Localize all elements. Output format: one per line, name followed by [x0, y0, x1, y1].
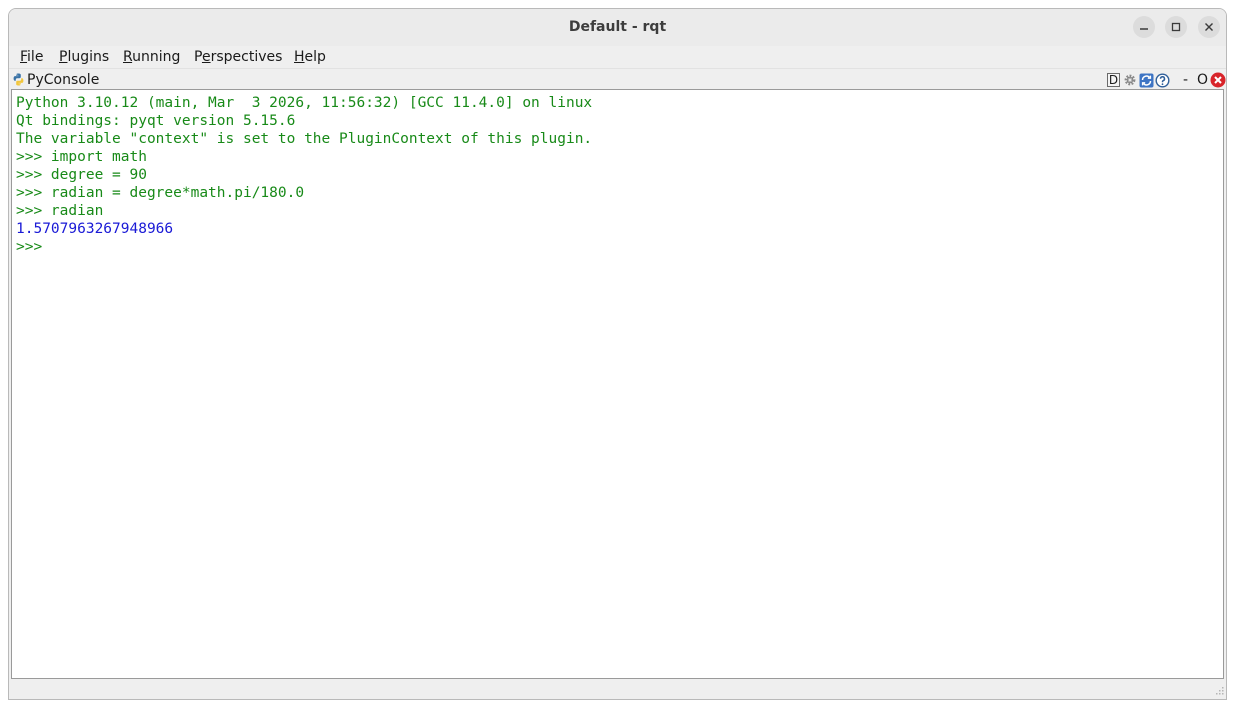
console-line: Python 3.10.12 (main, Mar 3 2026, 11:56:…	[16, 95, 593, 111]
minimize-button[interactable]	[1133, 16, 1155, 38]
rqt-window: Default - rqt File Plugins Running Persp…	[8, 8, 1227, 700]
menu-running[interactable]: Running	[123, 48, 180, 66]
console-line: >>> radian = degree*math.pi/180.0	[16, 185, 305, 201]
console-line: >>>	[16, 239, 51, 255]
dock-button[interactable]: D	[1107, 73, 1120, 87]
title-bar[interactable]: Default - rqt	[9, 9, 1226, 47]
menu-help[interactable]: Help	[294, 48, 326, 66]
console-line: Qt bindings: pyqt version 5.15.6	[16, 113, 296, 129]
menu-bar: File Plugins Running Perspectives Help	[9, 46, 1226, 69]
minimize-plugin-button[interactable]: -	[1183, 71, 1188, 89]
menu-perspectives[interactable]: Perspectives	[194, 48, 282, 66]
maximize-button[interactable]	[1165, 16, 1187, 38]
minimize-icon	[1140, 28, 1148, 30]
status-bar	[9, 679, 1226, 699]
plugin-title: PyConsole	[27, 72, 100, 88]
float-plugin-button[interactable]: O	[1197, 71, 1208, 89]
menu-file[interactable]: File	[20, 48, 43, 66]
console-output[interactable]: Python 3.10.12 (main, Mar 3 2026, 11:56:…	[11, 89, 1224, 679]
console-line: 1.5707963267948966	[16, 221, 174, 237]
console-line: >>> import math	[16, 149, 147, 165]
console-line: >>> degree = 90	[16, 167, 147, 183]
console-line: >>> radian	[16, 203, 104, 219]
resize-grip-icon[interactable]	[1214, 687, 1224, 697]
menu-plugins[interactable]: Plugins	[59, 48, 109, 66]
maximize-icon	[1171, 22, 1181, 32]
reload-icon[interactable]	[1139, 73, 1154, 88]
console-line: The variable "context" is set to the Plu…	[16, 131, 593, 147]
python-icon	[13, 73, 24, 86]
gear-icon[interactable]	[1123, 73, 1137, 87]
plugin-title-bar[interactable]: PyConsole D - O	[9, 70, 1226, 89]
window-title: Default - rqt	[568, 19, 667, 35]
close-button[interactable]	[1198, 16, 1220, 38]
close-icon	[1205, 23, 1213, 31]
help-icon[interactable]	[1155, 73, 1170, 88]
close-plugin-icon[interactable]	[1210, 72, 1226, 88]
